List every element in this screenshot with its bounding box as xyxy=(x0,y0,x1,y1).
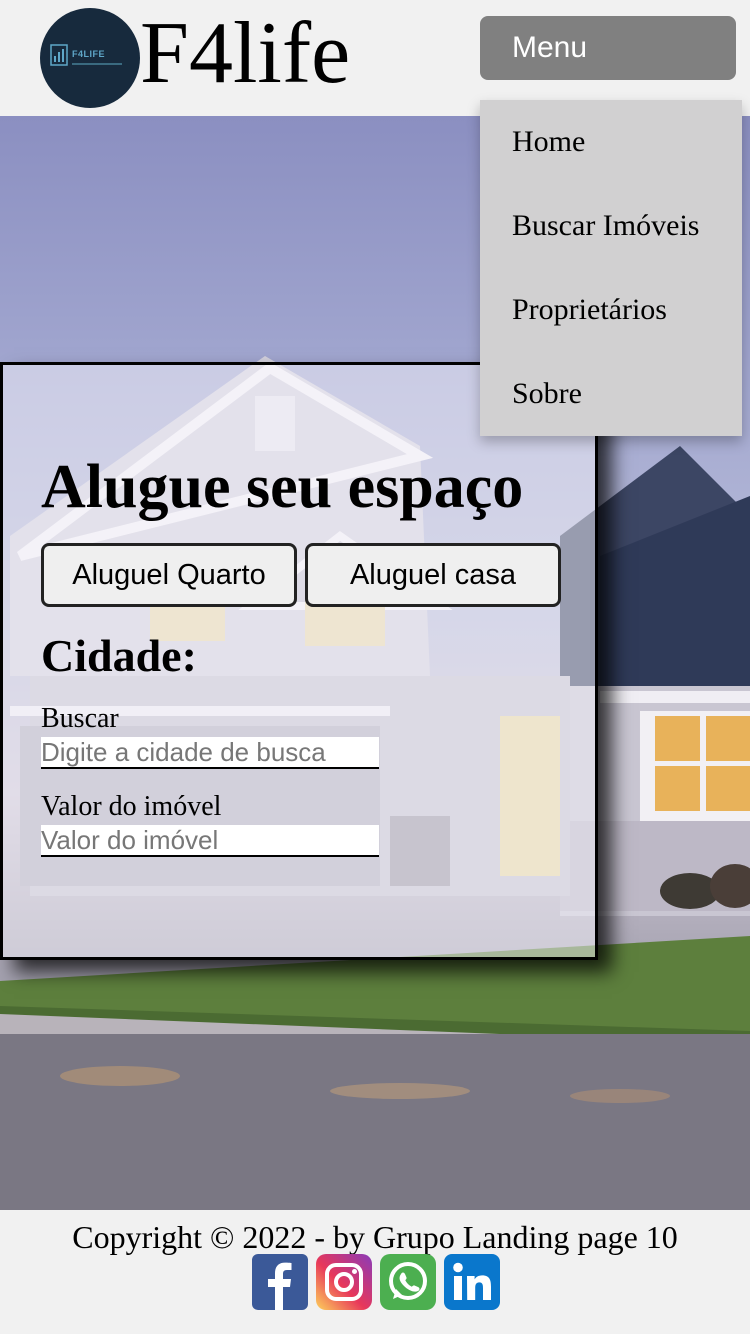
bar-chart-icon xyxy=(50,44,68,66)
site-footer: Copyright © 2022 - by Grupo Landing page… xyxy=(0,1210,750,1334)
instagram-icon xyxy=(316,1254,372,1310)
aluguel-casa-button[interactable]: Aluguel casa xyxy=(305,543,561,607)
linkedin-icon xyxy=(444,1254,500,1310)
site-header: F4LIFE F4life Menu xyxy=(0,0,750,116)
city-heading: Cidade: xyxy=(41,630,197,681)
whatsapp-link[interactable] xyxy=(380,1254,436,1310)
menu-item-sobre[interactable]: Sobre xyxy=(480,352,742,436)
menu-item-buscar-imoveis[interactable]: Buscar Imóveis xyxy=(480,184,742,268)
nav-dropdown-menu: Home Buscar Imóveis Proprietários Sobre xyxy=(480,100,742,436)
menu-item-home[interactable]: Home xyxy=(480,100,742,184)
whatsapp-icon xyxy=(380,1254,436,1310)
search-title: Alugue seu espaço xyxy=(41,453,524,521)
search-field-label: Buscar xyxy=(41,703,119,734)
copyright-text: Copyright © 2022 - by Grupo Landing page… xyxy=(72,1219,678,1255)
menu-item-proprietarios[interactable]: Proprietários xyxy=(480,268,742,352)
value-field-label: Valor do imóvel xyxy=(41,791,222,822)
instagram-link[interactable] xyxy=(316,1254,372,1310)
site-title: F4life xyxy=(140,5,351,102)
logo-tagline xyxy=(72,63,122,65)
menu-button[interactable]: Menu xyxy=(480,16,736,80)
facebook-icon xyxy=(252,1254,308,1310)
facebook-link[interactable] xyxy=(252,1254,308,1310)
logo-brand: F4LIFE xyxy=(72,49,106,59)
property-value-input[interactable]: Valor do imóvel xyxy=(41,825,379,857)
city-search-input[interactable]: Digite a cidade de busca xyxy=(41,737,379,769)
logo[interactable]: F4LIFE xyxy=(40,8,140,108)
linkedin-link[interactable] xyxy=(444,1254,500,1310)
search-card: Alugue seu espaço Aluguel Quarto Aluguel… xyxy=(0,362,598,960)
aluguel-quarto-button[interactable]: Aluguel Quarto xyxy=(41,543,297,607)
